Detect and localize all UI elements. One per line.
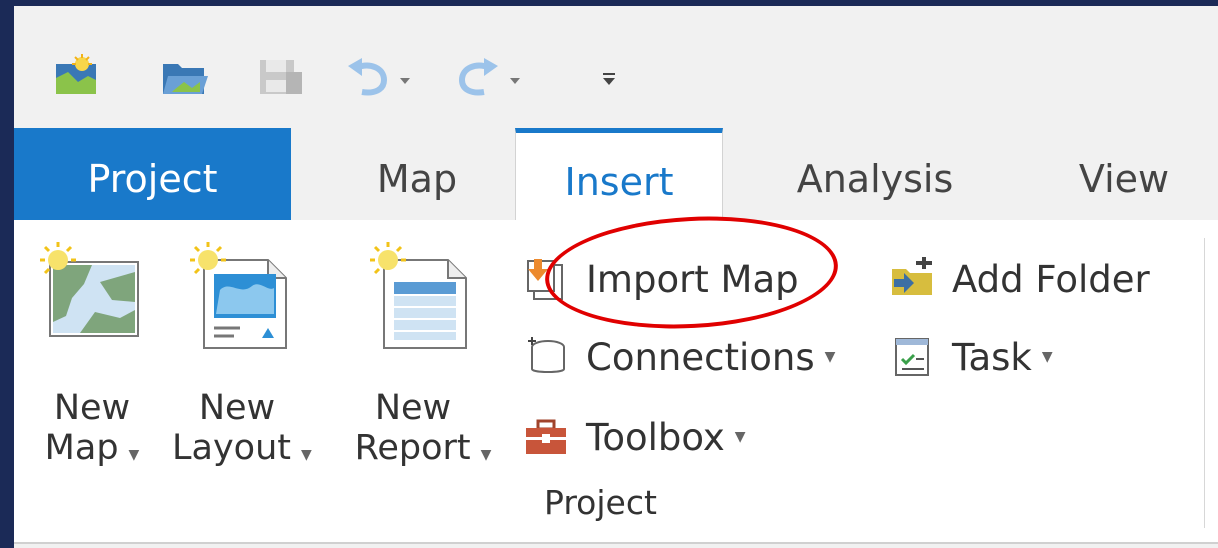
add-folder-icon bbox=[890, 257, 934, 301]
import-map-icon bbox=[524, 257, 568, 301]
tab-project[interactable]: Project bbox=[14, 128, 291, 220]
tab-map[interactable]: Map bbox=[322, 128, 512, 220]
toolbox-button[interactable]: Toolbox ▼ bbox=[524, 408, 746, 466]
task-icon bbox=[890, 335, 934, 379]
new-report-label-line1: New bbox=[374, 388, 452, 428]
new-layout-label-line2: Layout ▼ bbox=[172, 428, 312, 468]
import-map-button[interactable]: Import Map bbox=[524, 250, 799, 308]
new-layout-button[interactable]: New Layout ▼ bbox=[172, 238, 312, 468]
new-report-label-line2: Report ▼ bbox=[354, 428, 492, 468]
database-connection-icon bbox=[524, 335, 568, 379]
open-project-icon[interactable] bbox=[160, 54, 210, 98]
redo-icon[interactable] bbox=[456, 54, 531, 98]
tab-insert[interactable]: Insert bbox=[515, 128, 723, 220]
new-map-icon bbox=[40, 242, 139, 337]
new-project-icon[interactable] bbox=[52, 54, 102, 98]
connections-button[interactable]: Connections ▼ bbox=[524, 328, 835, 386]
new-map-button[interactable]: New Map ▼ bbox=[36, 238, 148, 468]
toolbox-icon bbox=[524, 415, 568, 459]
new-map-label-line2: Map ▼ bbox=[44, 428, 140, 468]
arcgis-pro-window: Project Map Insert Analysis View New Map… bbox=[14, 6, 1218, 548]
new-layout-icon bbox=[190, 242, 287, 349]
quick-access-toolbar bbox=[14, 6, 1218, 131]
group-label-project: Project bbox=[544, 483, 657, 522]
new-report-icon bbox=[370, 242, 467, 349]
customize-toolbar-icon[interactable] bbox=[594, 54, 624, 98]
task-button[interactable]: Task ▼ bbox=[890, 328, 1053, 386]
group-separator bbox=[1204, 238, 1205, 528]
new-map-label-line1: New bbox=[53, 388, 131, 428]
add-folder-button[interactable]: Add Folder bbox=[890, 250, 1150, 308]
new-layout-label-line1: New bbox=[198, 388, 276, 428]
tab-analysis[interactable]: Analysis bbox=[766, 128, 984, 220]
undo-icon[interactable] bbox=[344, 54, 419, 98]
ribbon-panel: New Map ▼ New Layout ▼ New Report ▼ Impo… bbox=[14, 220, 1218, 544]
new-report-button[interactable]: New Report ▼ bbox=[352, 238, 498, 468]
tab-view[interactable]: View bbox=[1034, 128, 1214, 220]
ribbon-tabs: Project Map Insert Analysis View bbox=[14, 128, 1218, 220]
ribbon-bottom-border bbox=[14, 542, 1218, 544]
save-project-icon[interactable] bbox=[256, 54, 306, 98]
